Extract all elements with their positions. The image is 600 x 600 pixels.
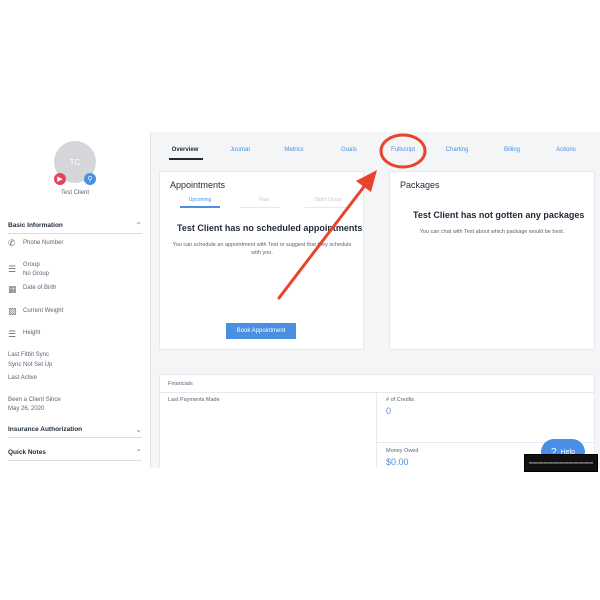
group-label: Group bbox=[23, 262, 40, 268]
subtab-indicator bbox=[180, 206, 220, 208]
chevron-down-icon[interactable]: ⌄ bbox=[135, 425, 142, 434]
divider bbox=[160, 392, 594, 393]
subtab-past[interactable]: Past bbox=[259, 197, 269, 203]
client-since-value: May 26, 2020 bbox=[8, 406, 45, 412]
credits-value: 0 bbox=[386, 406, 392, 416]
client-since-label: Been a Client Since bbox=[8, 397, 61, 403]
group-value: No Group bbox=[23, 271, 50, 277]
quick-notes-header[interactable]: Quick Notes ⌃ bbox=[8, 448, 142, 457]
client-sidebar: TC ▶ ⚲ Test Client Basic Information ⌃ ✆… bbox=[0, 132, 151, 468]
subtab-line bbox=[305, 207, 350, 208]
height-icon: ☰ bbox=[8, 329, 17, 339]
height-label: Height bbox=[23, 330, 41, 336]
packages-card: Packages Test Client has not gotten any … bbox=[389, 171, 595, 350]
packages-title: Packages bbox=[400, 180, 440, 190]
appointments-title: Appointments bbox=[170, 180, 226, 190]
dob-label: Date of Birth bbox=[23, 285, 57, 291]
tab-charting[interactable]: Charting bbox=[446, 147, 469, 153]
overlay-widget bbox=[524, 454, 598, 472]
insurance-header[interactable]: Insurance Authorization ⌄ bbox=[8, 425, 142, 434]
divider bbox=[8, 460, 142, 461]
chevron-up-icon[interactable]: ⌃ bbox=[135, 448, 142, 457]
client-name: Test Client bbox=[60, 190, 89, 196]
last-payments-label: Last Payments Made bbox=[168, 397, 220, 403]
fitbit-label: Last Fitbit Sync bbox=[8, 352, 50, 358]
basic-info-title: Basic Information bbox=[8, 222, 63, 229]
client-profile-app: TC ▶ ⚲ Test Client Basic Information ⌃ ✆… bbox=[0, 132, 600, 468]
money-owed-label: Money Owed bbox=[386, 448, 419, 454]
quick-notes-title: Quick Notes bbox=[8, 449, 46, 456]
subtab-line bbox=[240, 207, 280, 208]
money-owed-value: $0.00 bbox=[386, 457, 409, 467]
phone-label: Phone Number bbox=[23, 240, 64, 246]
active-tab-indicator bbox=[169, 158, 203, 160]
chevron-up-icon[interactable]: ⌃ bbox=[135, 221, 142, 230]
last-active-label: Last Active bbox=[8, 375, 38, 381]
video-call-icon[interactable]: ▶ bbox=[54, 173, 66, 185]
group-icon: ☰ bbox=[8, 264, 17, 274]
divider bbox=[8, 233, 142, 234]
search-icon[interactable]: ⚲ bbox=[84, 173, 96, 185]
tab-actions[interactable]: Actions bbox=[556, 147, 576, 153]
tab-overview[interactable]: Overview bbox=[172, 147, 199, 153]
packages-empty-text: You can chat with Test about which packa… bbox=[419, 229, 565, 235]
packages-empty-title: Test Client has not gotten any packages bbox=[413, 210, 585, 220]
avatar-initials: TC bbox=[69, 157, 81, 167]
appointments-empty-text: You can schedule an appointment with Tes… bbox=[172, 242, 352, 256]
widget-line bbox=[529, 462, 593, 464]
divider bbox=[8, 437, 142, 438]
fitbit-value: Sync Not Set Up bbox=[8, 362, 53, 368]
insurance-title: Insurance Authorization bbox=[8, 426, 83, 433]
subtab-didnt-occur[interactable]: Didn't Occur bbox=[314, 197, 341, 203]
phone-icon: ✆ bbox=[8, 238, 16, 248]
tab-billing[interactable]: Billing bbox=[504, 147, 520, 153]
weight-icon: ▧ bbox=[8, 306, 17, 316]
tab-journal[interactable]: Journal bbox=[230, 147, 250, 153]
calendar-icon: ▦ bbox=[8, 284, 17, 294]
credits-label: # of Credits bbox=[386, 397, 415, 403]
appointments-card: Appointments Upcoming Past Didn't Occur … bbox=[159, 171, 364, 350]
book-appointment-button[interactable]: Book Appointment bbox=[226, 323, 296, 339]
basic-info-header[interactable]: Basic Information ⌃ bbox=[8, 221, 142, 230]
subtab-upcoming[interactable]: Upcoming bbox=[189, 197, 212, 203]
tab-goals[interactable]: Goals bbox=[341, 147, 357, 153]
weight-label: Current Weight bbox=[23, 308, 64, 314]
divider bbox=[376, 392, 377, 468]
financials-title: Financials bbox=[168, 381, 193, 387]
tab-fullscript[interactable]: Fullscript bbox=[391, 147, 415, 153]
appointments-empty-title: Test Client has no scheduled appointment… bbox=[177, 223, 363, 233]
tab-metrics[interactable]: Metrics bbox=[284, 147, 303, 153]
